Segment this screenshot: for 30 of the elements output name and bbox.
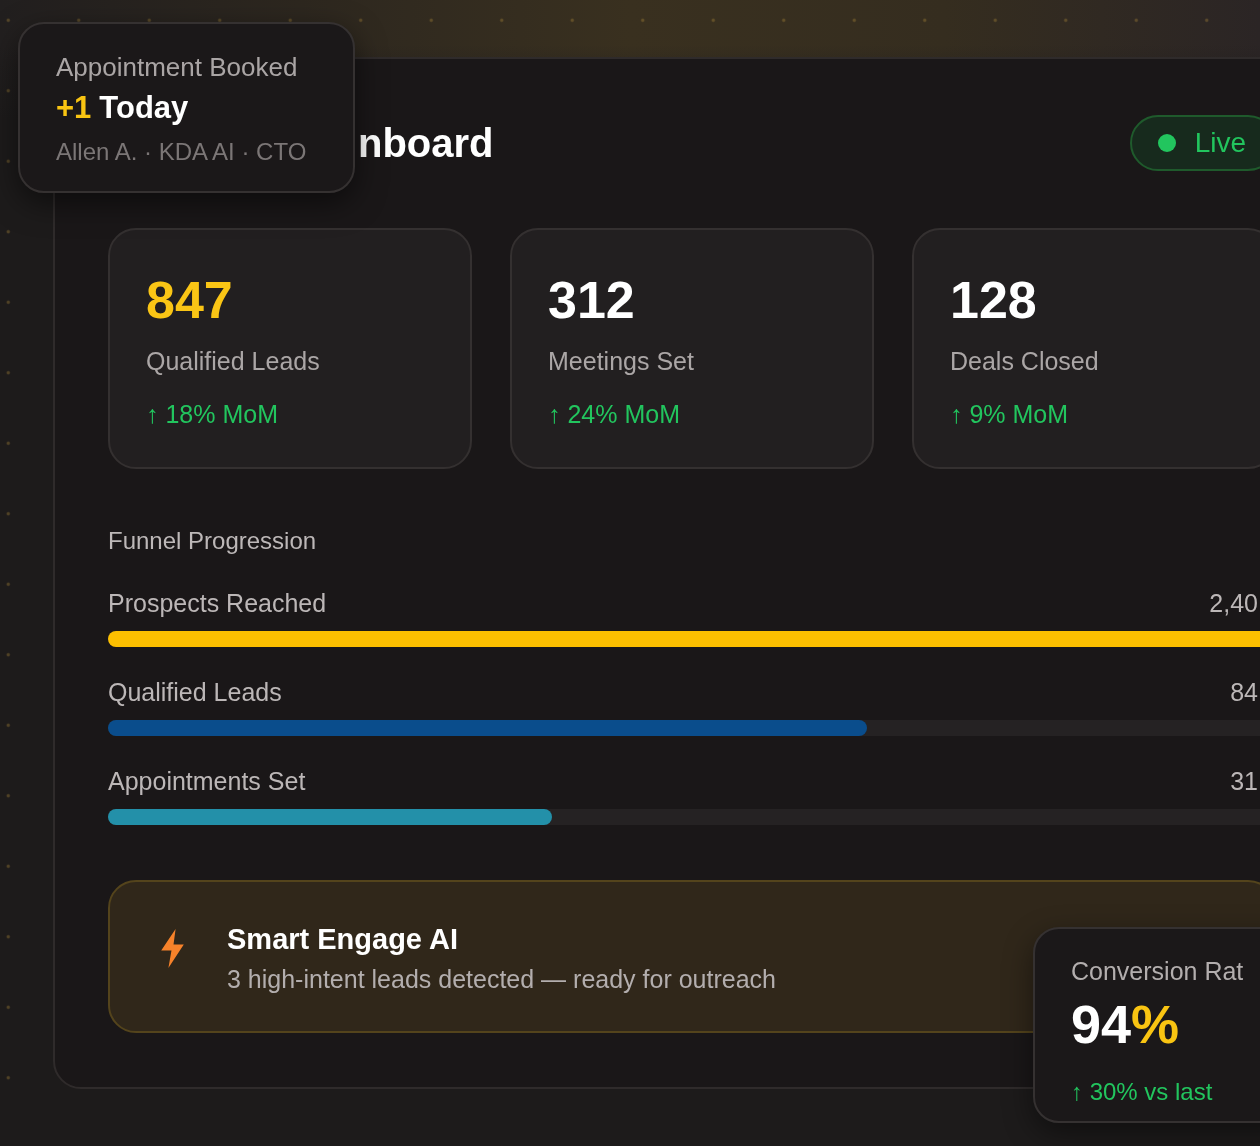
stat-label: Deals Closed: [950, 346, 1099, 376]
live-label: Live: [1194, 126, 1246, 160]
stat-change: ↑ 18% MoM: [146, 399, 278, 429]
funnel-title: Funnel Progression: [108, 526, 317, 556]
stat-label: Qualified Leads: [146, 346, 320, 376]
lightning-bolt-icon: [160, 929, 185, 968]
alert-message: 3 high-intent leads detected — ready for outreach: [227, 964, 776, 995]
conversion-title: Conversion Rat: [1071, 956, 1244, 986]
stat-value: 847: [146, 270, 233, 330]
alert-title: Smart Engage AI: [227, 922, 458, 957]
stage-label: Appointments Set: [108, 766, 306, 796]
toast-title: Appointment Booked: [56, 51, 298, 83]
toast-label: Today: [99, 90, 189, 125]
stat-value: 128: [950, 270, 1037, 330]
stat-change: ↑ 24% MoM: [548, 399, 680, 429]
stage-label: Qualified Leads: [108, 677, 282, 707]
toast-delta: +1: [56, 90, 92, 125]
dashboard-title: nboard: [358, 120, 494, 167]
conversion-change: ↑ 30% vs last: [1071, 1077, 1213, 1107]
stat-change: ↑ 9% MoM: [950, 399, 1069, 429]
conversion-unit: %: [1131, 994, 1180, 1054]
stat-label: Meetings Set: [548, 346, 694, 376]
stage-label: Prospects Reached: [108, 588, 327, 618]
stat-value: 312: [548, 270, 635, 330]
status-dot-icon: [1157, 134, 1176, 152]
stage-value: 84: [1230, 677, 1258, 707]
conversion-value: 94: [1071, 994, 1132, 1054]
toast-details: Allen A. · KDA AI · CTO: [56, 137, 307, 167]
stage-value: 2,40: [1209, 588, 1258, 618]
stage-value: 31: [1230, 766, 1258, 796]
